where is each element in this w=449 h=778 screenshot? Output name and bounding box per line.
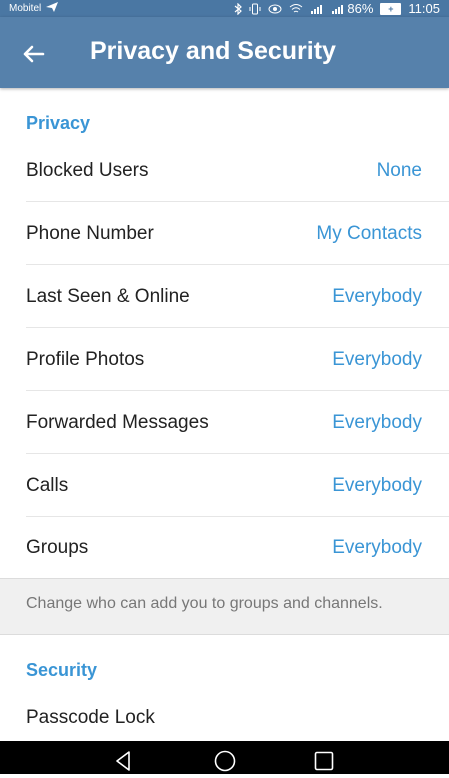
row-passcode-lock[interactable]: Passcode Lock bbox=[0, 686, 449, 749]
row-value: Everybody bbox=[332, 411, 422, 433]
row-phone-number[interactable]: Phone Number My Contacts bbox=[0, 202, 449, 265]
arrow-back-icon bbox=[19, 45, 49, 73]
info-band: Change who can add you to groups and cha… bbox=[0, 578, 449, 635]
row-value: Everybody bbox=[332, 348, 422, 370]
battery-icon: + bbox=[380, 2, 402, 15]
row-forwarded-messages[interactable]: Forwarded Messages Everybody bbox=[0, 391, 449, 454]
row-label: Profile Photos bbox=[26, 348, 145, 370]
battery-charging-indicator: + bbox=[388, 3, 394, 14]
signal-icon bbox=[331, 3, 345, 14]
home-circle-icon bbox=[213, 750, 237, 777]
carrier-name: Mobitel bbox=[9, 3, 42, 14]
row-label: Passcode Lock bbox=[26, 706, 155, 728]
nav-recents-button[interactable] bbox=[312, 749, 336, 773]
signal-battery-group: 86% bbox=[331, 1, 373, 16]
app-bar: Privacy and Security bbox=[0, 17, 449, 88]
back-button[interactable] bbox=[19, 39, 49, 69]
signal-icon bbox=[310, 3, 324, 14]
row-value: Everybody bbox=[332, 285, 422, 307]
page-title: Privacy and Security bbox=[90, 37, 336, 65]
back-triangle-icon bbox=[112, 751, 136, 777]
row-label: Last Seen & Online bbox=[26, 285, 190, 307]
row-label: Phone Number bbox=[26, 222, 154, 244]
status-bar-right: 86% + 11:05 bbox=[234, 1, 449, 16]
clock: 11:05 bbox=[408, 1, 440, 16]
row-groups[interactable]: Groups Everybody bbox=[0, 516, 449, 579]
recents-square-icon bbox=[312, 751, 336, 777]
row-profile-photos[interactable]: Profile Photos Everybody bbox=[0, 328, 449, 391]
row-value: My Contacts bbox=[316, 222, 422, 244]
row-value: Everybody bbox=[332, 474, 422, 496]
navigation-bar bbox=[0, 741, 449, 774]
row-value: Everybody bbox=[332, 536, 422, 558]
status-bar: Mobitel 86% + 11:05 bbox=[0, 0, 449, 17]
send-icon bbox=[45, 1, 59, 16]
bluetooth-icon bbox=[234, 2, 243, 15]
row-last-seen[interactable]: Last Seen & Online Everybody bbox=[0, 265, 449, 328]
wifi-icon bbox=[289, 3, 303, 14]
section-header-privacy: Privacy bbox=[26, 113, 91, 133]
row-label: Blocked Users bbox=[26, 159, 149, 181]
status-bar-left: Mobitel bbox=[0, 1, 59, 16]
section-header-security: Security bbox=[26, 660, 98, 680]
nav-home-button[interactable] bbox=[213, 749, 237, 773]
row-value: None bbox=[376, 159, 422, 181]
battery-percent: 86% bbox=[347, 1, 374, 16]
nav-back-button[interactable] bbox=[112, 749, 136, 773]
row-label: Forwarded Messages bbox=[26, 411, 209, 433]
eye-icon bbox=[268, 4, 282, 14]
groups-info-text: Change who can add you to groups and cha… bbox=[26, 595, 383, 612]
row-blocked-users[interactable]: Blocked Users None bbox=[0, 139, 449, 202]
row-label: Calls bbox=[26, 474, 69, 496]
row-label: Groups bbox=[26, 536, 89, 558]
vibrate-icon bbox=[249, 3, 261, 15]
row-calls[interactable]: Calls Everybody bbox=[0, 454, 449, 517]
